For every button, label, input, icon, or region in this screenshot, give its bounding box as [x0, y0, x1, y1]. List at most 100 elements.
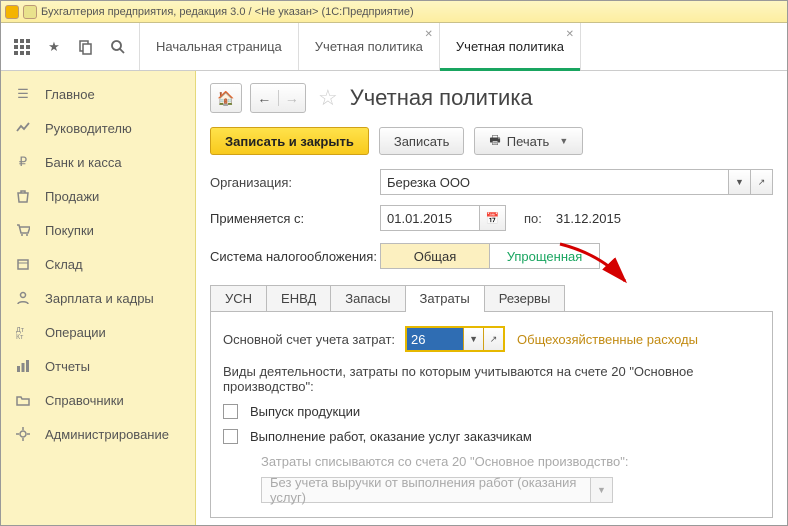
- operations-icon: ДтКт: [15, 324, 31, 340]
- open-button[interactable]: ↗: [751, 169, 773, 195]
- checkbox-label: Выполнение работ, оказание услуг заказчи…: [250, 429, 532, 444]
- sidebar-item-admin[interactable]: Администрирование: [1, 417, 195, 451]
- subtab-envd[interactable]: ЕНВД: [267, 286, 331, 311]
- dropdown-button[interactable]: ▼: [729, 169, 751, 195]
- apps-icon[interactable]: [7, 32, 37, 62]
- sidebar-item-catalogs[interactable]: Справочники: [1, 383, 195, 417]
- back-icon[interactable]: ←: [251, 90, 278, 106]
- subtab-costs[interactable]: Затраты: [406, 286, 485, 311]
- sidebar-item-purchases[interactable]: Покупки: [1, 213, 195, 247]
- checkbox-services[interactable]: [223, 429, 238, 444]
- print-button[interactable]: 🖶Печать▼: [474, 127, 583, 155]
- menu-icon: ☰: [15, 86, 31, 102]
- subtab-stocks[interactable]: Запасы: [331, 286, 405, 311]
- button-label: Печать: [507, 134, 550, 149]
- button-label: Общая: [414, 249, 457, 264]
- subtab-label: Запасы: [345, 291, 390, 306]
- sidebar-item-sales[interactable]: Продажи: [1, 179, 195, 213]
- subtab-label: Затраты: [420, 291, 470, 306]
- subtab-label: УСН: [225, 291, 252, 306]
- sidebar-item-label: Продажи: [45, 189, 99, 204]
- search-icon[interactable]: [103, 32, 133, 62]
- home-button[interactable]: 🏠: [210, 83, 242, 113]
- minimize-icon[interactable]: [23, 5, 37, 19]
- window-title: Бухгалтерия предприятия, редакция 3.0 / …: [41, 6, 414, 18]
- svg-text:Кт: Кт: [16, 334, 24, 339]
- date-from-label: Применяется с:: [210, 211, 380, 226]
- tax-simple-button[interactable]: Упрощенная: [490, 243, 600, 269]
- sidebar-item-operations[interactable]: ДтКт Операции: [1, 315, 195, 349]
- forward-icon[interactable]: →: [278, 90, 306, 106]
- top-toolbar: ★ Начальная страница Учетная политика✕ У…: [1, 23, 787, 71]
- calendar-icon[interactable]: 📅: [480, 205, 506, 231]
- titlebar: Бухгалтерия предприятия, редакция 3.0 / …: [1, 1, 787, 23]
- bars-icon: [15, 358, 31, 374]
- tab-policy-2[interactable]: Учетная политика✕: [439, 23, 581, 70]
- dropdown-button[interactable]: ▼: [463, 328, 483, 350]
- star-icon[interactable]: ★: [39, 32, 69, 62]
- tab-home[interactable]: Начальная страница: [139, 23, 298, 70]
- tax-common-button[interactable]: Общая: [380, 243, 490, 269]
- sidebar-item-label: Покупки: [45, 223, 94, 238]
- date-from-input[interactable]: [380, 205, 480, 231]
- org-input[interactable]: [380, 169, 729, 195]
- open-button[interactable]: ↗: [483, 328, 503, 350]
- gear-icon: [15, 426, 31, 442]
- checkbox-output[interactable]: [223, 404, 238, 419]
- top-tabs: Начальная страница Учетная политика✕ Уче…: [139, 23, 581, 70]
- ruble-icon: ₽: [15, 154, 31, 170]
- app-logo-icon: [5, 5, 19, 19]
- subtab-reserves[interactable]: Резервы: [485, 286, 565, 311]
- button-label: Упрощенная: [507, 249, 583, 264]
- tax-mode-segment: Общая Упрощенная: [380, 243, 600, 269]
- sidebar-item-label: Главное: [45, 87, 95, 102]
- sidebar-item-salary[interactable]: Зарплата и кадры: [1, 281, 195, 315]
- sidebar-item-bank[interactable]: ₽Банк и касса: [1, 145, 195, 179]
- bag-icon: [15, 188, 31, 204]
- history-icon[interactable]: [71, 32, 101, 62]
- date-to-value: 31.12.2015: [556, 211, 621, 226]
- button-label: Записать: [394, 134, 450, 149]
- chevron-down-icon: ▼: [559, 136, 568, 146]
- checkbox-label: Выпуск продукции: [250, 404, 360, 419]
- subtabs: УСН ЕНВД Запасы Затраты Резервы: [210, 285, 565, 311]
- tax-system-label: Система налогообложения:: [210, 249, 380, 264]
- close-icon[interactable]: ✕: [566, 29, 574, 40]
- date-to-label: по:: [524, 211, 542, 226]
- cart-icon: [15, 222, 31, 238]
- save-button[interactable]: Записать: [379, 127, 465, 155]
- main-content: 🏠 ←→ ☆ Учетная политика Записать и закры…: [196, 71, 787, 525]
- sidebar-item-reports[interactable]: Отчеты: [1, 349, 195, 383]
- subtab-panel: Основной счет учета затрат: ▼ ↗ Общехозя…: [210, 311, 773, 518]
- tab-label: Учетная политика: [315, 39, 423, 54]
- box-icon: [15, 256, 31, 272]
- tab-policy-1[interactable]: Учетная политика✕: [298, 23, 439, 70]
- favorite-star-icon[interactable]: ☆: [318, 85, 338, 111]
- svg-text:Дт: Дт: [16, 327, 25, 334]
- chart-icon: [15, 120, 31, 136]
- subtab-usn[interactable]: УСН: [211, 286, 267, 311]
- account-input[interactable]: [407, 328, 463, 350]
- save-close-button[interactable]: Записать и закрыть: [210, 127, 369, 155]
- sidebar-item-label: Склад: [45, 257, 83, 272]
- person-icon: [15, 290, 31, 306]
- page-title: Учетная политика: [350, 85, 533, 111]
- activities-label: Виды деятельности, затраты по которым уч…: [223, 364, 760, 394]
- sidebar-item-stock[interactable]: Склад: [1, 247, 195, 281]
- sidebar-item-main[interactable]: ☰ Главное: [1, 77, 195, 111]
- writeoff-select[interactable]: Без учета выручки от выполнения работ (о…: [261, 477, 591, 503]
- account-label: Основной счет учета затрат:: [223, 332, 395, 347]
- folder-icon: [15, 392, 31, 408]
- account-field: ▼ ↗: [405, 326, 505, 352]
- account-description: Общехозяйственные расходы: [517, 332, 698, 347]
- nav-back-forward[interactable]: ←→: [250, 83, 306, 113]
- dropdown-button[interactable]: ▼: [591, 477, 613, 503]
- sidebar-item-manager[interactable]: Руководителю: [1, 111, 195, 145]
- close-icon[interactable]: ✕: [425, 29, 433, 40]
- sidebar-item-label: Операции: [45, 325, 106, 340]
- writeoff-label: Затраты списываются со счета 20 "Основно…: [261, 454, 760, 469]
- sidebar-item-label: Зарплата и кадры: [45, 291, 154, 306]
- tab-label: Начальная страница: [156, 39, 282, 54]
- sidebar: ☰ Главное Руководителю ₽Банк и касса Прод…: [1, 71, 196, 525]
- button-label: Записать и закрыть: [225, 134, 354, 149]
